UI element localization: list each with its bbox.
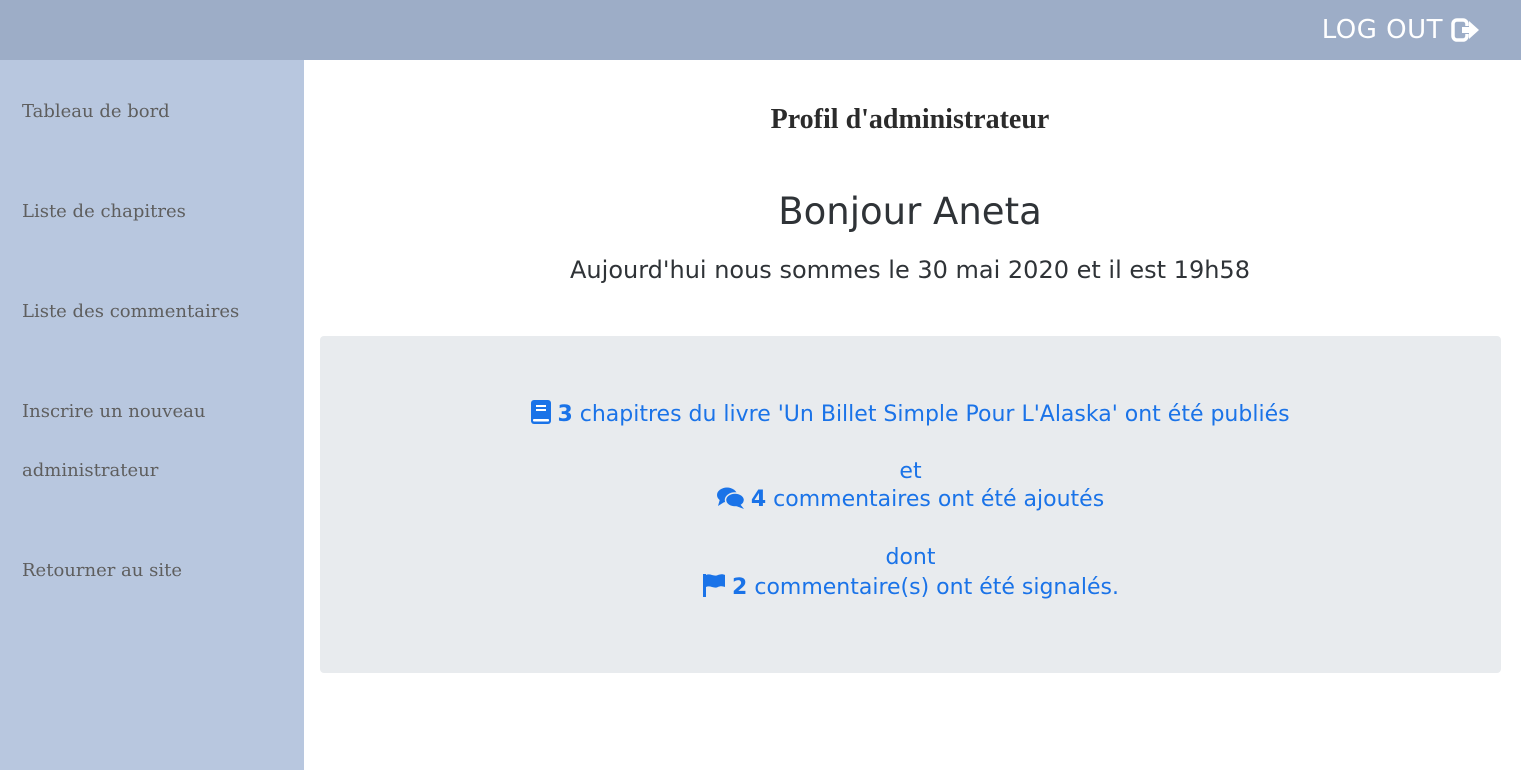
comments-stat[interactable]: 4 commentaires ont été ajoutés — [320, 486, 1501, 517]
flag-icon — [702, 573, 726, 605]
reported-count: 2 — [732, 575, 748, 600]
connector-dont: dont — [885, 545, 936, 570]
sidebar-item-chapters[interactable]: Liste de chapitres — [22, 182, 282, 241]
reported-text: commentaire(s) ont été signalés. — [754, 575, 1119, 600]
sidebar-item-back-to-site[interactable]: Retourner au site — [22, 541, 282, 600]
chapters-text: chapitres du livre 'Un Billet Simple Pou… — [579, 402, 1290, 427]
sidebar-item-dashboard[interactable]: Tableau de bord — [22, 82, 282, 141]
sidebar-item-comments[interactable]: Liste des commentaires — [22, 282, 282, 341]
chapters-stat[interactable]: 3 chapitres du livre 'Un Billet Simple P… — [320, 400, 1501, 432]
stats-panel: 3 chapitres du livre 'Un Billet Simple P… — [320, 336, 1501, 673]
sidebar-item-new-admin-line2: administrateur — [22, 460, 159, 481]
sidebar-item-new-admin[interactable]: Inscrire un nouveau administrateur — [22, 382, 282, 500]
book-icon — [531, 400, 552, 432]
comments-count: 4 — [750, 487, 767, 512]
page-title: Profil d'administrateur — [770, 104, 1050, 135]
chapters-count: 3 — [557, 402, 573, 427]
logout-label: LOG OUT — [1321, 15, 1443, 45]
sidebar-item-new-admin-line1: Inscrire un nouveau — [22, 401, 206, 422]
sidebar: Tableau de bord Liste de chapitres Liste… — [0, 60, 304, 770]
top-bar: LOG OUT — [0, 0, 1521, 60]
comments-icon — [716, 487, 746, 517]
greeting-heading: Bonjour Aneta — [778, 190, 1042, 233]
date-time-line: Aujourd'hui nous sommes le 30 mai 2020 e… — [570, 256, 1250, 284]
main-content: Profil d'administrateur Bonjour Aneta Au… — [304, 60, 1521, 770]
reported-stat[interactable]: 2 commentaire(s) ont été signalés. — [320, 573, 1501, 605]
connector-et: et — [899, 459, 922, 484]
logout-button[interactable]: LOG OUT — [1322, 0, 1481, 60]
comments-text: commentaires ont été ajoutés — [773, 487, 1105, 512]
sign-out-icon — [1451, 18, 1481, 42]
